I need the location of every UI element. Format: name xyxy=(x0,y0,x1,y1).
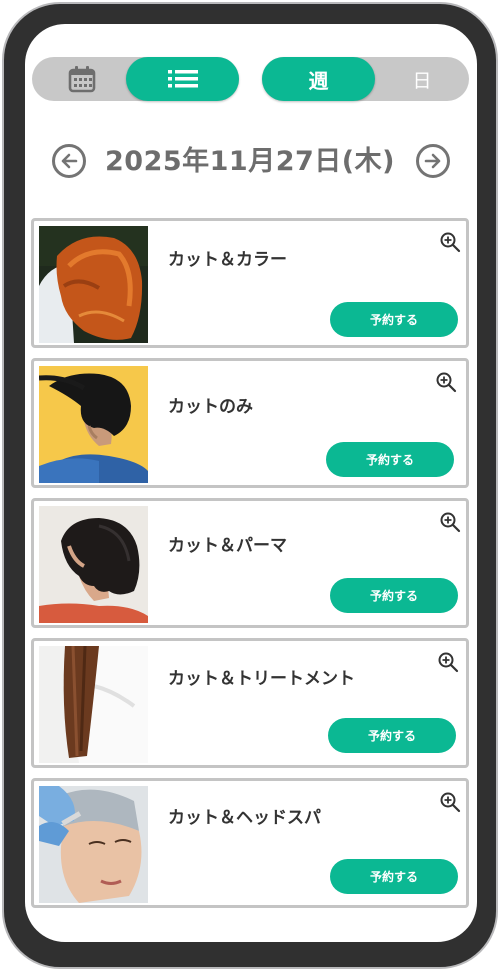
menu-photo xyxy=(39,226,148,343)
current-date: 2025年11月27日(木) xyxy=(105,146,395,177)
book-button[interactable]: 予約する xyxy=(330,302,458,337)
menu-photo xyxy=(39,786,148,903)
app-screen: 週 日 2025年11月27日(木) カット＆カラー 予約する カットのみ 予約… xyxy=(25,24,477,942)
menu-title: カット＆トリートメント xyxy=(168,669,355,689)
tab-week[interactable]: 週 xyxy=(262,57,375,101)
zoom-in-icon[interactable] xyxy=(439,231,461,253)
menu-card: カットのみ 予約する xyxy=(31,358,469,488)
prev-date-button[interactable] xyxy=(52,144,86,178)
menu-title: カット＆ヘッドスパ xyxy=(168,808,321,828)
menu-photo xyxy=(39,646,148,763)
tab-week-label: 週 xyxy=(308,68,329,93)
zoom-in-icon[interactable] xyxy=(439,791,461,813)
zoom-in-icon[interactable] xyxy=(437,651,459,673)
tab-day-label: 日 xyxy=(412,69,432,92)
view-toggle xyxy=(32,57,239,101)
menu-photo xyxy=(39,366,148,483)
range-toggle: 週 日 xyxy=(262,57,469,101)
menu-title: カット＆パーマ xyxy=(168,536,287,556)
menu-card: カット＆トリートメント 予約する xyxy=(31,638,469,768)
calendar-view-button[interactable] xyxy=(32,57,132,101)
list-icon xyxy=(167,70,198,88)
book-button[interactable]: 予約する xyxy=(330,859,458,894)
book-button[interactable]: 予約する xyxy=(326,442,454,477)
arrow-right-circle-icon xyxy=(424,153,441,169)
zoom-in-icon[interactable] xyxy=(435,371,457,393)
menu-title: カット＆カラー xyxy=(168,250,287,270)
book-button[interactable]: 予約する xyxy=(330,578,458,613)
menu-card: カット＆パーマ 予約する xyxy=(31,498,469,628)
list-view-button[interactable] xyxy=(126,57,239,101)
next-date-button[interactable] xyxy=(416,144,450,178)
tab-day[interactable]: 日 xyxy=(375,57,469,101)
arrow-left-circle-icon xyxy=(61,153,78,169)
menu-photo xyxy=(39,506,148,623)
zoom-in-icon[interactable] xyxy=(439,511,461,533)
menu-title: カットのみ xyxy=(168,397,253,417)
calendar-icon xyxy=(68,66,96,93)
book-button[interactable]: 予約する xyxy=(328,718,456,753)
menu-card: カット＆ヘッドスパ 予約する xyxy=(31,778,469,908)
menu-card: カット＆カラー 予約する xyxy=(31,218,469,348)
